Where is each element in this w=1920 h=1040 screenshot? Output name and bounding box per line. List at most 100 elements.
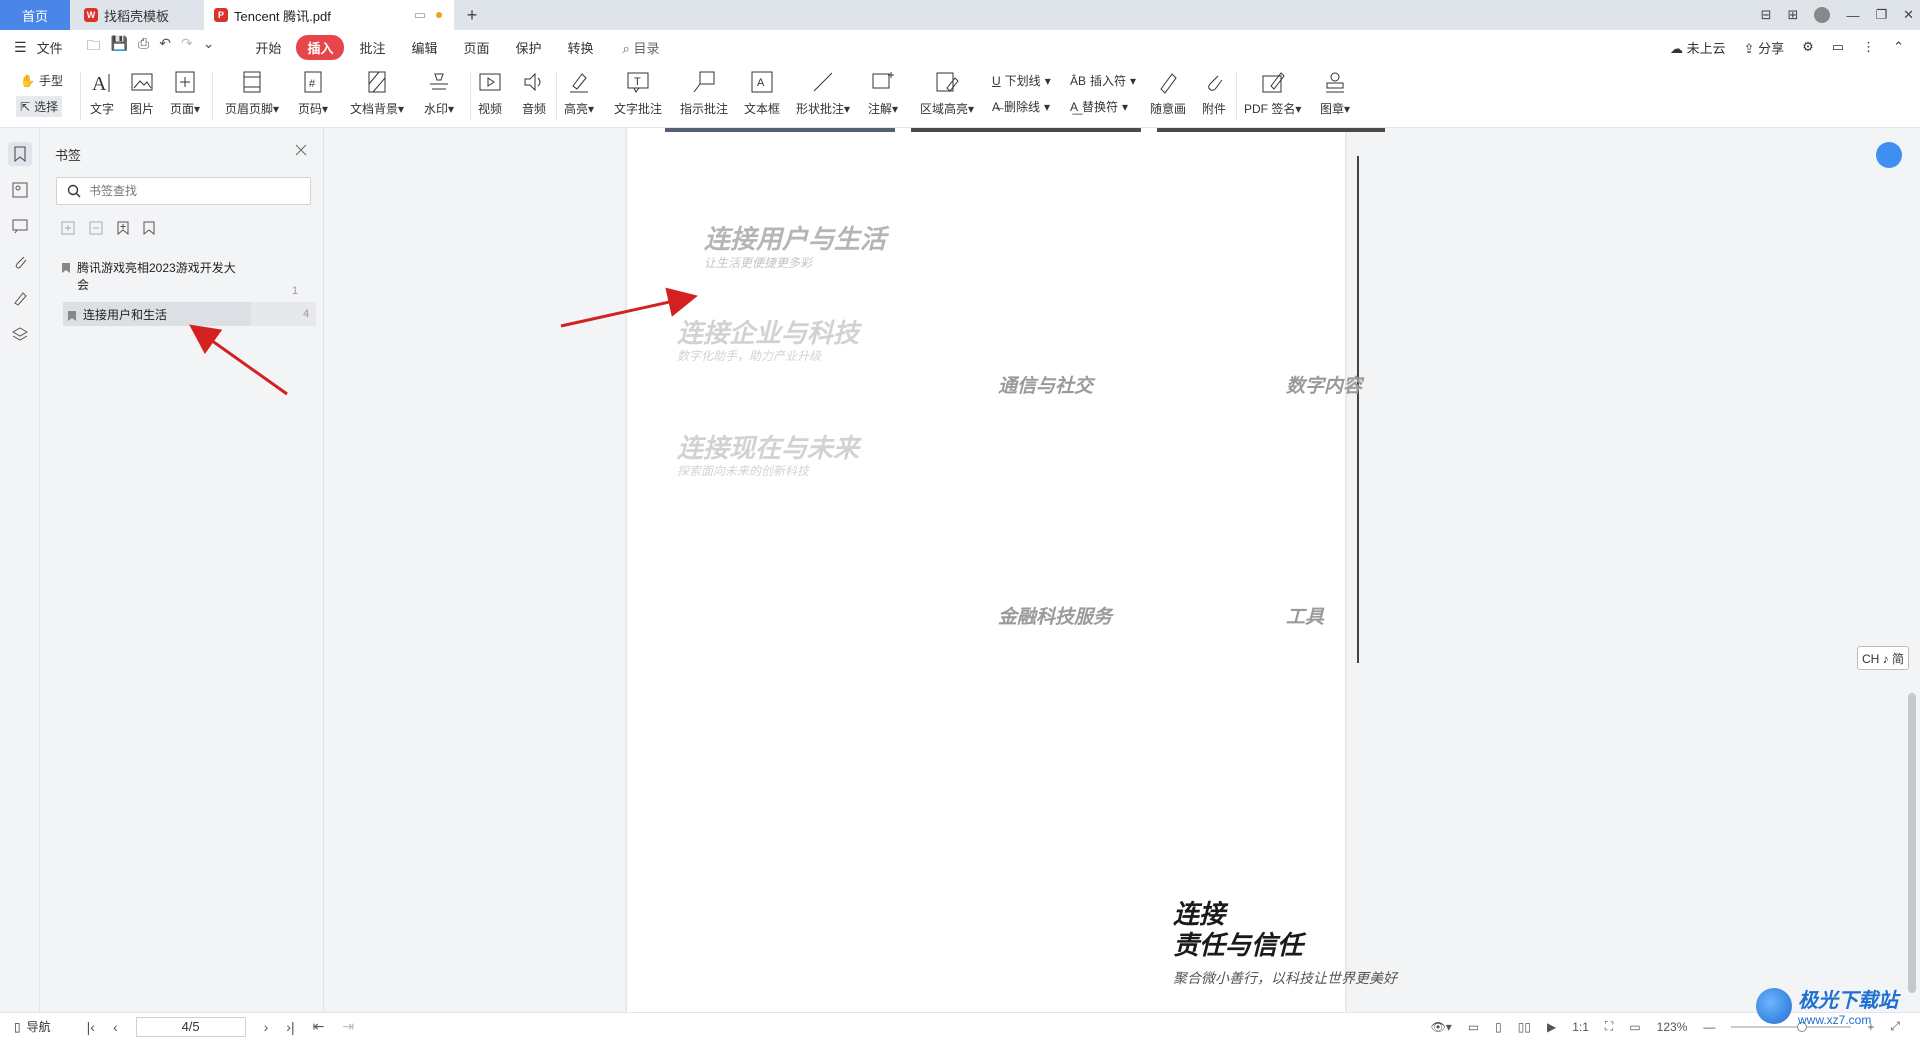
tab-template[interactable]: W 找稻壳模板	[72, 0, 200, 30]
actual-size-icon[interactable]: 1:1	[1572, 1020, 1589, 1034]
expand-all-icon[interactable]	[61, 221, 75, 238]
zoom-out-icon[interactable]: —	[1703, 1020, 1715, 1034]
attachment-button[interactable]: 附件	[1202, 68, 1226, 117]
textbox-button[interactable]: A 文本框	[744, 68, 780, 117]
freehand-button[interactable]: 随意画	[1150, 68, 1186, 117]
watermark-button[interactable]: 水印▾	[424, 68, 454, 117]
nav-toggle[interactable]: ▯ 导航	[0, 1018, 51, 1035]
bookmark-item-selected[interactable]: 连接用户和生活 4	[63, 302, 318, 326]
replace-symbol-button[interactable]: A͟ 替换符 ▾	[1070, 98, 1128, 115]
delete-bookmark-icon[interactable]	[143, 221, 155, 238]
vertical-scrollbar[interactable]	[1908, 693, 1916, 993]
note-button[interactable]: 注解▾	[868, 68, 898, 117]
tab-comment[interactable]: 批注	[348, 35, 396, 60]
strikethrough-button[interactable]: A̶ 删除线 ▾	[992, 98, 1050, 115]
continuous-page-icon[interactable]: ▯	[1495, 1020, 1502, 1034]
ime-indicator[interactable]: CH ♪ 简	[1857, 646, 1909, 670]
insert-video-button[interactable]: 视频	[478, 68, 502, 117]
bookmark-search-input[interactable]	[89, 184, 289, 198]
print-icon[interactable]: ⎙	[138, 35, 149, 59]
eye-icon[interactable]: 👁▾	[1431, 1020, 1452, 1034]
tab-start[interactable]: 开始	[244, 35, 292, 60]
cloud-status[interactable]: ☁ 未上云	[1670, 38, 1726, 57]
message-icon[interactable]: ▭	[1832, 39, 1844, 55]
forward-icon[interactable]: ⇥	[342, 1018, 354, 1035]
insert-symbol-button[interactable]: ÂB 插入符 ▾	[1070, 72, 1136, 89]
bookmark-item[interactable]: 腾讯游戏亮相2023游戏开发大会 1	[61, 260, 316, 297]
open-icon[interactable]: 🗀	[87, 35, 101, 59]
underline-label: 下划线	[1004, 74, 1041, 88]
header-footer-button[interactable]: 页眉页脚▾	[225, 68, 279, 117]
fit-width-icon[interactable]: ▭	[1629, 1020, 1640, 1034]
document-view[interactable]: 连接用户与生活 让生活更便捷更多彩 连接企业与科技 数字化助手，助力产业升级 连…	[325, 128, 1920, 1012]
select-tool[interactable]: ⇱ 选择	[16, 96, 63, 117]
undo-icon[interactable]: ↶	[159, 35, 171, 59]
file-menu[interactable]: 文件	[33, 38, 67, 57]
collapse-all-icon[interactable]	[89, 221, 103, 238]
collapse-ribbon-icon[interactable]: ⌃	[1893, 39, 1904, 55]
save-icon[interactable]: 💾	[111, 35, 128, 59]
layout-icon[interactable]: ⊟	[1761, 7, 1772, 23]
zoom-level[interactable]: 123%	[1657, 1020, 1688, 1034]
insert-audio-button[interactable]: 音频	[522, 68, 546, 117]
page-number-button[interactable]: # 页码▾	[298, 68, 328, 117]
share-button[interactable]: ⇪ 分享	[1744, 38, 1785, 57]
pointer-annotation-button[interactable]: 指示批注	[680, 68, 728, 117]
insert-text-button[interactable]: A 文字	[90, 68, 114, 117]
insert-page-button[interactable]: 页面▾	[170, 68, 200, 117]
underline-button[interactable]: U 下划线 ▾	[992, 72, 1051, 89]
minimize-icon[interactable]: —	[1846, 8, 1859, 23]
toc-search[interactable]: ⌕ 目录	[623, 38, 660, 57]
signature-panel-icon[interactable]	[8, 286, 32, 310]
layers-icon[interactable]	[8, 322, 32, 346]
comment-icon[interactable]	[8, 214, 32, 238]
add-bookmark-icon[interactable]	[117, 221, 129, 238]
fit-page-icon[interactable]: ⛶	[1605, 1019, 1613, 1034]
floating-tool-button[interactable]	[1876, 142, 1902, 168]
restore-icon[interactable]: ❐	[1875, 7, 1887, 23]
tab-edit[interactable]: 编辑	[400, 35, 448, 60]
single-page-icon[interactable]: ▭	[1468, 1020, 1479, 1034]
grid-icon[interactable]: ⊞	[1788, 7, 1799, 23]
pdf-sign-button[interactable]: PDF 签名▾	[1244, 68, 1301, 117]
close-icon[interactable]	[293, 142, 309, 158]
insert-page-label: 页面	[170, 102, 195, 116]
prev-page-icon[interactable]: ‹	[113, 1019, 118, 1035]
area-highlight-button[interactable]: 区域高亮▾	[920, 68, 974, 117]
tab-document[interactable]: P Tencent 腾讯.pdf ▭	[204, 0, 454, 30]
settings-icon[interactable]: ⚙	[1802, 39, 1814, 55]
more-icon[interactable]: ⋮	[1862, 39, 1875, 55]
hamburger-icon[interactable]: ☰	[14, 39, 27, 56]
text-annotation-button[interactable]: T 文字批注	[614, 68, 662, 117]
next-page-icon[interactable]: ›	[264, 1019, 269, 1035]
tab-insert[interactable]: 插入	[296, 34, 345, 60]
shape-annotation-button[interactable]: 形状批注▾	[796, 68, 850, 117]
attachment-panel-icon[interactable]	[8, 250, 32, 274]
bookmark-search[interactable]	[56, 177, 311, 205]
tab-home[interactable]: 首页	[0, 0, 70, 30]
back-icon[interactable]: ⇤	[313, 1018, 325, 1035]
tab-protect[interactable]: 保护	[505, 35, 553, 60]
customize-icon[interactable]: ⌄	[203, 35, 215, 59]
tab-convert[interactable]: 转换	[557, 35, 605, 60]
two-page-icon[interactable]: ▯▯	[1518, 1020, 1531, 1034]
thumbnail-icon[interactable]	[8, 178, 32, 202]
monitor-icon[interactable]: ▭	[414, 7, 426, 23]
avatar[interactable]	[1814, 7, 1831, 23]
redo-icon[interactable]: ↷	[181, 35, 193, 59]
stamp-button[interactable]: 图章▾	[1320, 68, 1350, 117]
page-input[interactable]	[135, 1016, 246, 1037]
highlight-button[interactable]: 高亮▾	[564, 68, 594, 117]
new-tab-button[interactable]: +	[460, 0, 484, 30]
last-page-icon[interactable]: ›|	[286, 1019, 294, 1035]
close-window-icon[interactable]: ✕	[1903, 7, 1914, 23]
first-page-icon[interactable]: |‹	[87, 1019, 95, 1035]
insert-image-button[interactable]: 图片	[130, 68, 154, 117]
bookmark-panel-icon[interactable]	[8, 142, 32, 166]
paperclip-icon	[1202, 68, 1226, 96]
doc-background-button[interactable]: 文档背景▾	[350, 68, 404, 117]
play-icon[interactable]: ▶	[1547, 1020, 1556, 1034]
hand-tool[interactable]: ✋ 手型	[20, 72, 63, 89]
pen-icon	[1156, 68, 1180, 96]
tab-page[interactable]: 页面	[452, 35, 500, 60]
